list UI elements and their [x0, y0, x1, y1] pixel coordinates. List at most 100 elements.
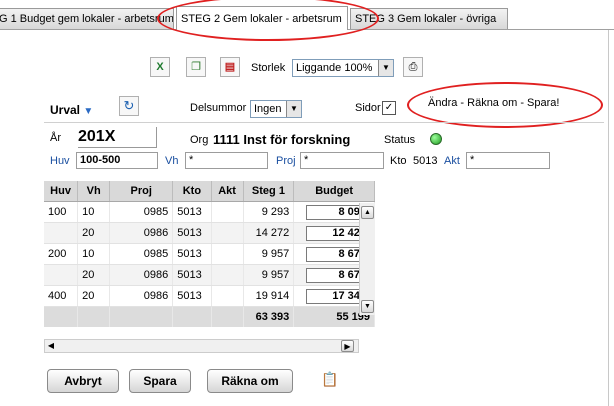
cell-proj: 0986: [109, 222, 174, 244]
budget-grid: Huv Vh Proj Kto Akt Steg 1 Budget 100 10…: [44, 181, 375, 327]
right-border: [608, 30, 609, 406]
cell-kto: 5013: [172, 222, 212, 244]
cell-proj: 0986: [109, 264, 174, 286]
org-label: Org: [190, 134, 209, 146]
sidor-checkbox[interactable]: ✓: [382, 101, 396, 115]
cell-empty: [109, 306, 174, 327]
storlek-value: Liggande 100%: [296, 62, 373, 74]
cell-kto: 5013: [172, 201, 212, 223]
cell-akt: [211, 222, 244, 244]
clipboard-icon[interactable]: 📋: [320, 370, 340, 390]
cell-akt: [211, 201, 244, 223]
cell-kto: 5013: [172, 264, 212, 286]
huv-input[interactable]: 100-500: [76, 152, 158, 169]
pdf-export-icon[interactable]: ▤: [220, 57, 240, 77]
tab-steg1[interactable]: G 1 Budget gem lokaler - arbetsrum: [0, 8, 174, 29]
cell-huv: 100: [44, 201, 79, 223]
sidor-label: Sidor: [355, 102, 381, 114]
vh-input[interactable]: *: [185, 152, 268, 169]
cell-huv: [44, 264, 79, 286]
scroll-down-icon[interactable]: ▼: [361, 300, 374, 313]
storlek-select[interactable]: Liggande 100% ▼: [292, 59, 394, 77]
col-proj[interactable]: Proj: [109, 181, 174, 202]
cell-huv: 200: [44, 243, 79, 265]
col-steg1[interactable]: Steg 1: [243, 181, 295, 202]
vh-label: Vh: [165, 155, 179, 167]
cell-vh: 20: [77, 222, 111, 244]
akt-input[interactable]: *: [466, 152, 550, 169]
cell-proj: 0986: [109, 285, 174, 307]
kto-label: Kto: [390, 155, 407, 167]
delsummor-select[interactable]: Ingen ▼: [250, 100, 302, 118]
rakna-om-button[interactable]: Räkna om: [207, 369, 293, 393]
urval-text: Urval: [50, 103, 81, 117]
caret-down-icon: ▼: [83, 106, 94, 117]
table-row: 20 0986 5013 14 272 12 427: [44, 222, 375, 244]
cell-steg1: 9 957: [243, 264, 295, 286]
cell-huv: [44, 222, 79, 244]
cell-empty: [172, 306, 212, 327]
total-steg1: 63 393: [243, 306, 295, 327]
kto-value: 5013: [413, 155, 438, 167]
storlek-label: Storlek: [251, 62, 286, 74]
status-indicator: [430, 133, 442, 145]
cell-proj: 0985: [109, 243, 174, 265]
col-huv[interactable]: Huv: [44, 181, 79, 202]
cell-empty: [77, 306, 111, 327]
cell-kto: 5013: [172, 285, 212, 307]
cell-steg1: 9 957: [243, 243, 295, 265]
chevron-down-icon: ▼: [378, 60, 393, 76]
refresh-icon[interactable]: ↻: [119, 96, 139, 116]
cell-akt: [211, 264, 244, 286]
excel-export-icon[interactable]: X: [150, 57, 170, 77]
cell-steg1: 19 914: [243, 285, 295, 307]
cell-akt: [211, 285, 244, 307]
col-vh[interactable]: Vh: [77, 181, 111, 202]
divider: [44, 122, 604, 123]
cell-empty: [44, 306, 79, 327]
table-row: 400 20 0986 5013 19 914 17 340: [44, 285, 375, 307]
avbryt-button[interactable]: Avbryt: [47, 369, 119, 393]
grid-header-row: Huv Vh Proj Kto Akt Steg 1 Budget: [44, 181, 375, 202]
cell-vh: 10: [77, 243, 111, 265]
table-row: 20 0986 5013 9 957 8 670: [44, 264, 375, 286]
highlight-ellipse-tab: [157, 0, 379, 41]
delsummor-value: Ingen: [254, 103, 282, 115]
table-row: 100 10 0985 5013 9 293 8 092: [44, 201, 375, 223]
huv-label: Huv: [50, 155, 70, 167]
vertical-scrollbar[interactable]: ▲ ▼: [359, 203, 375, 315]
scroll-up-icon[interactable]: ▲: [361, 206, 374, 219]
printer-icon[interactable]: ⎙: [403, 57, 423, 77]
cell-huv: 400: [44, 285, 79, 307]
cell-vh: 20: [77, 285, 111, 307]
cell-proj: 0985: [109, 201, 174, 223]
status-label: Status: [384, 134, 416, 146]
cell-vh: 20: [77, 264, 111, 286]
totals-row: 63 393 55 199: [44, 306, 375, 327]
cell-kto: 5013: [172, 243, 212, 265]
proj-label: Proj: [276, 155, 296, 167]
scroll-left-icon[interactable]: ◀: [46, 341, 56, 351]
copy-icon[interactable]: ❐: [186, 57, 206, 77]
cell-steg1: 14 272: [243, 222, 295, 244]
chevron-down-icon: ▼: [286, 101, 301, 117]
cell-vh: 10: [77, 201, 111, 223]
ar-field[interactable]: 201X: [78, 127, 157, 148]
col-akt[interactable]: Akt: [211, 181, 244, 202]
delsummor-label: Delsummor: [190, 102, 247, 114]
scroll-right-icon[interactable]: ▶: [341, 340, 354, 352]
annotation-text: Ändra - Räkna om - Spara!: [428, 97, 560, 109]
ar-label: År: [50, 132, 61, 144]
akt-label: Akt: [444, 155, 460, 167]
table-row: 200 10 0985 5013 9 957 8 670: [44, 243, 375, 265]
urval-label[interactable]: Urval ▼: [50, 103, 93, 117]
proj-input[interactable]: *: [300, 152, 384, 169]
col-kto[interactable]: Kto: [172, 181, 212, 202]
org-value: 1111 Inst för forskning: [213, 132, 351, 147]
cell-steg1: 9 293: [243, 201, 295, 223]
spara-button[interactable]: Spara: [129, 369, 191, 393]
horizontal-scrollbar[interactable]: ◀ ▶: [44, 339, 359, 353]
cell-empty: [211, 306, 244, 327]
cell-akt: [211, 243, 244, 265]
col-budget[interactable]: Budget: [293, 181, 375, 202]
